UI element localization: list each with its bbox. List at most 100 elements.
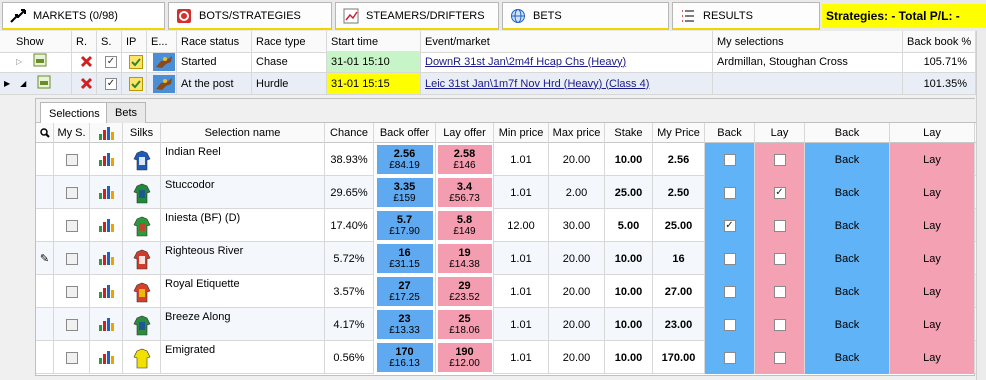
tab-markets[interactable]: MARKETS (0/98) bbox=[2, 2, 165, 30]
my-selection-checkbox[interactable] bbox=[54, 275, 90, 308]
max-price[interactable]: 30.00 bbox=[549, 209, 605, 242]
back-offer-cell[interactable]: 23 £13.33 bbox=[374, 308, 436, 341]
col-back-offer[interactable]: Back offer bbox=[374, 123, 436, 143]
lay-button[interactable]: Lay bbox=[890, 275, 975, 308]
col-event-market[interactable]: Event/market bbox=[421, 31, 713, 53]
col-ip[interactable]: IP bbox=[122, 31, 147, 53]
my-selection-checkbox[interactable] bbox=[54, 209, 90, 242]
lay-offer-cell[interactable]: 19 £14.38 bbox=[436, 242, 494, 275]
my-price[interactable]: 170.00 bbox=[653, 341, 705, 374]
market-doc-icon[interactable] bbox=[32, 52, 48, 71]
col-my-s[interactable]: My S. bbox=[54, 123, 90, 143]
back-checkbox[interactable] bbox=[705, 143, 755, 176]
my-selection-checkbox[interactable] bbox=[54, 308, 90, 341]
col-selection-name[interactable]: Selection name bbox=[161, 123, 325, 143]
min-price[interactable]: 1.01 bbox=[494, 176, 549, 209]
tab-bots-strategies[interactable]: BOTS/STRATEGIES bbox=[168, 2, 332, 30]
price-chart-button[interactable] bbox=[90, 209, 123, 242]
col-max-price[interactable]: Max price bbox=[549, 123, 605, 143]
col-back-check[interactable]: Back bbox=[705, 123, 755, 143]
stake[interactable]: 10.00 bbox=[605, 341, 653, 374]
lay-checkbox[interactable] bbox=[755, 143, 805, 176]
stake[interactable]: 10.00 bbox=[605, 143, 653, 176]
min-price[interactable]: 1.01 bbox=[494, 275, 549, 308]
col-lay-check[interactable]: Lay bbox=[755, 123, 805, 143]
price-chart-button[interactable] bbox=[90, 242, 123, 275]
price-chart-button[interactable] bbox=[90, 176, 123, 209]
back-offer-cell[interactable]: 2.56 £84.19 bbox=[374, 143, 436, 176]
market-row-selected[interactable]: ▶ ◢ ✓ At the post Hurdle 31-01 15:15 Leic… bbox=[0, 73, 986, 95]
lay-button[interactable]: Lay bbox=[890, 209, 975, 242]
col-min-price[interactable]: Min price bbox=[494, 123, 549, 143]
event-market-link[interactable]: DownR 31st Jan\2m4f Hcap Chs (Heavy) bbox=[421, 51, 713, 73]
my-selection-checkbox[interactable] bbox=[54, 143, 90, 176]
collapse-arrow-icon[interactable]: ◢ bbox=[20, 79, 26, 88]
lay-button[interactable]: Lay bbox=[890, 308, 975, 341]
stake[interactable]: 5.00 bbox=[605, 209, 653, 242]
max-price[interactable]: 20.00 bbox=[549, 242, 605, 275]
lay-offer-cell[interactable]: 5.8 £149 bbox=[436, 209, 494, 242]
selection-row[interactable]: Breeze Along 4.17% 23 £13.33 25 £18.06 1.01 20.… bbox=[36, 308, 976, 341]
lay-button[interactable]: Lay bbox=[890, 143, 975, 176]
lay-checkbox[interactable] bbox=[755, 308, 805, 341]
lay-checkbox[interactable] bbox=[755, 341, 805, 374]
event-market-text[interactable]: Leic 31st Jan\1m7f Nov Hrd (Heavy) (Clas… bbox=[425, 78, 649, 90]
back-checkbox[interactable]: ✓ bbox=[705, 209, 755, 242]
min-price[interactable]: 12.00 bbox=[494, 209, 549, 242]
market-s-checkbox[interactable]: ✓ bbox=[97, 51, 122, 73]
lay-offer-cell[interactable]: 25 £18.06 bbox=[436, 308, 494, 341]
col-s[interactable]: S. bbox=[97, 31, 122, 53]
back-button[interactable]: Back bbox=[805, 209, 890, 242]
back-button[interactable]: Back bbox=[805, 275, 890, 308]
back-offer-cell[interactable]: 3.35 £159 bbox=[374, 176, 436, 209]
selection-row[interactable]: Royal Etiquette 3.57% 27 £17.25 29 £23.52 1.01… bbox=[36, 275, 976, 308]
lay-button[interactable]: Lay bbox=[890, 341, 975, 374]
col-lay-offer[interactable]: Lay offer bbox=[436, 123, 494, 143]
event-market-text[interactable]: DownR 31st Jan\2m4f Hcap Chs (Heavy) bbox=[425, 56, 626, 68]
back-checkbox[interactable] bbox=[705, 176, 755, 209]
back-checkbox[interactable] bbox=[705, 308, 755, 341]
selection-row[interactable]: Indian Reel 38.93% 2.56 £84.19 2.58 £146 1.01 2… bbox=[36, 143, 976, 176]
market-s-checkbox[interactable]: ✓ bbox=[97, 73, 122, 95]
search-icon[interactable] bbox=[36, 123, 54, 143]
back-button[interactable]: Back bbox=[805, 176, 890, 209]
selection-row[interactable]: Emigrated 0.56% 170 £16.13 190 £12.00 1.01 20.0… bbox=[36, 341, 976, 374]
price-chart-button[interactable] bbox=[90, 341, 123, 374]
my-price[interactable]: 16 bbox=[653, 242, 705, 275]
my-price[interactable]: 25.00 bbox=[653, 209, 705, 242]
col-back-book[interactable]: Back book % bbox=[903, 31, 976, 53]
selection-row[interactable]: Iniesta (BF) (D) 17.40% 5.7 £17.90 5.8 £149 12… bbox=[36, 209, 976, 242]
price-chart-button[interactable] bbox=[90, 275, 123, 308]
my-selection-checkbox[interactable] bbox=[54, 176, 90, 209]
min-price[interactable]: 1.01 bbox=[494, 341, 549, 374]
col-race-status[interactable]: Race status bbox=[177, 31, 252, 53]
col-lay-button[interactable]: Lay bbox=[890, 123, 975, 143]
back-button[interactable]: Back bbox=[805, 143, 890, 176]
market-row[interactable]: ▷ ✓ Started Chase 31-01 15:10 DownR 31st… bbox=[0, 51, 986, 73]
col-race-type[interactable]: Race type bbox=[252, 31, 327, 53]
back-offer-cell[interactable]: 5.7 £17.90 bbox=[374, 209, 436, 242]
max-price[interactable]: 20.00 bbox=[549, 341, 605, 374]
max-price[interactable]: 20.00 bbox=[549, 143, 605, 176]
expand-arrow-icon[interactable]: ▷ bbox=[16, 57, 22, 66]
price-chart-button[interactable] bbox=[90, 143, 123, 176]
col-e[interactable]: E... bbox=[147, 31, 177, 53]
lay-checkbox[interactable] bbox=[755, 242, 805, 275]
lay-checkbox[interactable] bbox=[755, 209, 805, 242]
vertical-scrollbar[interactable] bbox=[976, 31, 986, 380]
min-price[interactable]: 1.01 bbox=[494, 242, 549, 275]
tab-results[interactable]: RESULTS bbox=[672, 2, 820, 30]
lay-offer-cell[interactable]: 190 £12.00 bbox=[436, 341, 494, 374]
min-price[interactable]: 1.01 bbox=[494, 143, 549, 176]
my-price[interactable]: 2.50 bbox=[653, 176, 705, 209]
selection-row[interactable]: Stuccodor 29.65% 3.35 £159 3.4 £56.73 1.01 2.00… bbox=[36, 176, 976, 209]
tab-bets-detail[interactable]: Bets bbox=[106, 102, 147, 123]
stake[interactable]: 10.00 bbox=[605, 308, 653, 341]
stake[interactable]: 25.00 bbox=[605, 176, 653, 209]
lay-checkbox[interactable] bbox=[755, 275, 805, 308]
remove-icon[interactable] bbox=[72, 73, 97, 95]
tab-bets[interactable]: BETS bbox=[502, 2, 669, 30]
back-offer-cell[interactable]: 16 £31.15 bbox=[374, 242, 436, 275]
col-chart-icon[interactable] bbox=[90, 123, 123, 143]
market-doc-icon[interactable] bbox=[36, 74, 52, 93]
